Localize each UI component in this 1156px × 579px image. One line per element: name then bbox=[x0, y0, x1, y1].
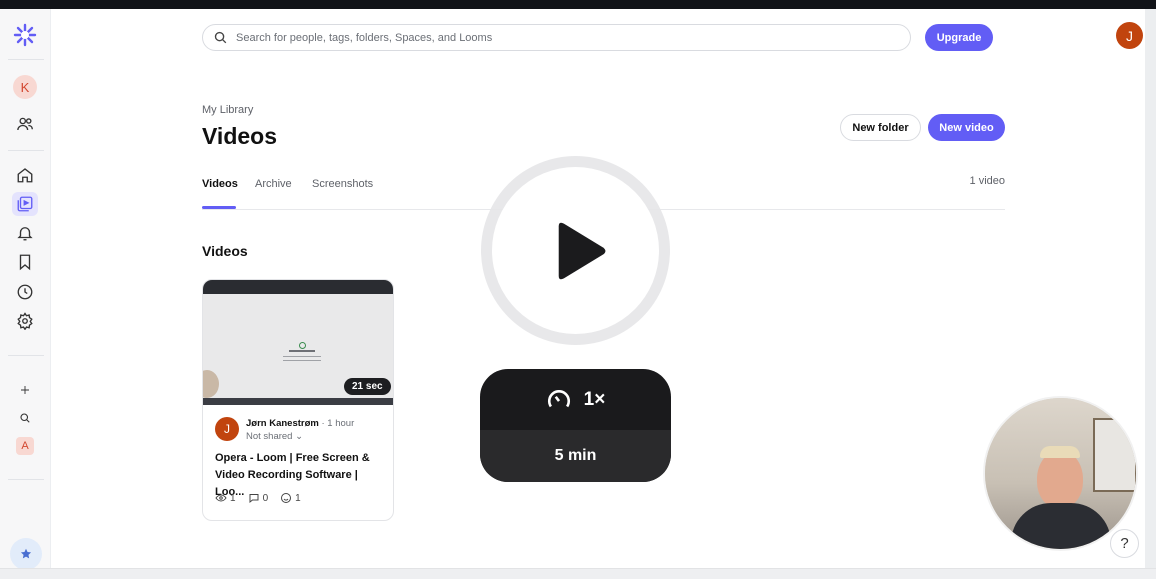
tab-videos[interactable]: Videos bbox=[202, 178, 238, 190]
speed-button[interactable]: 1× bbox=[480, 369, 671, 430]
upgrade-button[interactable]: Upgrade bbox=[925, 24, 993, 51]
search-input[interactable] bbox=[234, 30, 878, 45]
emoji-icon bbox=[281, 493, 292, 503]
gear-icon[interactable] bbox=[12, 309, 38, 333]
home-icon[interactable] bbox=[12, 163, 38, 187]
help-button[interactable]: ? bbox=[1110, 529, 1139, 558]
search-icon bbox=[213, 30, 228, 45]
tab-screenshots[interactable]: Screenshots bbox=[312, 178, 373, 190]
speed-value: 1× bbox=[583, 388, 606, 410]
person-face bbox=[1037, 450, 1083, 508]
play-button[interactable] bbox=[492, 167, 659, 334]
star-icon[interactable] bbox=[10, 538, 42, 570]
share-status[interactable]: Not shared ⌄ bbox=[246, 431, 303, 442]
search-icon[interactable] bbox=[12, 406, 38, 430]
play-icon bbox=[558, 222, 605, 279]
speedometer-icon bbox=[547, 389, 570, 407]
view-count: 1 bbox=[230, 492, 236, 504]
tab-archive[interactable]: Archive bbox=[255, 178, 292, 190]
breadcrumb[interactable]: My Library bbox=[202, 104, 253, 116]
new-folder-button[interactable]: New folder bbox=[840, 114, 921, 141]
clock-icon[interactable] bbox=[12, 280, 38, 304]
comment-icon bbox=[249, 494, 259, 504]
new-video-button[interactable]: New video bbox=[928, 114, 1005, 141]
loom-logo-icon[interactable] bbox=[12, 23, 38, 47]
library-icon[interactable] bbox=[12, 192, 38, 216]
space-avatar[interactable]: A bbox=[12, 434, 38, 458]
comment-count: 0 bbox=[262, 492, 269, 504]
plus-icon[interactable] bbox=[12, 378, 38, 402]
workspace-avatar[interactable]: K bbox=[12, 75, 38, 99]
sidebar-divider bbox=[8, 59, 44, 60]
playback-controls: 1× 5 min bbox=[480, 369, 671, 482]
time-ago: · 1 hour bbox=[321, 418, 355, 429]
camera-bubble[interactable] bbox=[983, 396, 1138, 551]
bottom-bar bbox=[0, 568, 1156, 579]
video-stats: 1 0 1 bbox=[215, 492, 301, 504]
user-avatar[interactable]: J bbox=[1116, 22, 1143, 49]
sidebar-divider bbox=[8, 479, 44, 480]
video-length: 5 min bbox=[480, 430, 671, 482]
people-icon[interactable] bbox=[12, 112, 38, 136]
bell-icon[interactable] bbox=[12, 221, 38, 245]
chevron-down-icon: ⌄ bbox=[295, 431, 304, 442]
author-name: Jørn Kanestrøm bbox=[246, 418, 319, 429]
page-title: Videos bbox=[202, 123, 277, 149]
author-avatar: J bbox=[215, 417, 239, 441]
video-card[interactable]: 21 sec J Jørn Kanestrøm · 1 hour Not sha… bbox=[202, 279, 394, 521]
duration-badge: 21 sec bbox=[344, 378, 391, 395]
eye-icon bbox=[215, 494, 227, 502]
browser-top-bar bbox=[0, 0, 1156, 9]
scrollbar-track[interactable] bbox=[1145, 9, 1156, 569]
video-thumbnail[interactable]: 21 sec bbox=[203, 280, 393, 405]
thumbnail-camera-bubble bbox=[203, 370, 219, 398]
sidebar: K A bbox=[0, 9, 51, 569]
video-count: 1 video bbox=[969, 175, 1005, 187]
bookmark-icon[interactable] bbox=[12, 250, 38, 274]
sidebar-divider bbox=[8, 150, 44, 151]
sidebar-divider bbox=[8, 355, 44, 356]
search-bar[interactable] bbox=[202, 24, 911, 51]
section-title: Videos bbox=[202, 243, 248, 259]
reaction-count: 1 bbox=[295, 492, 301, 504]
window-frame bbox=[1093, 418, 1136, 492]
